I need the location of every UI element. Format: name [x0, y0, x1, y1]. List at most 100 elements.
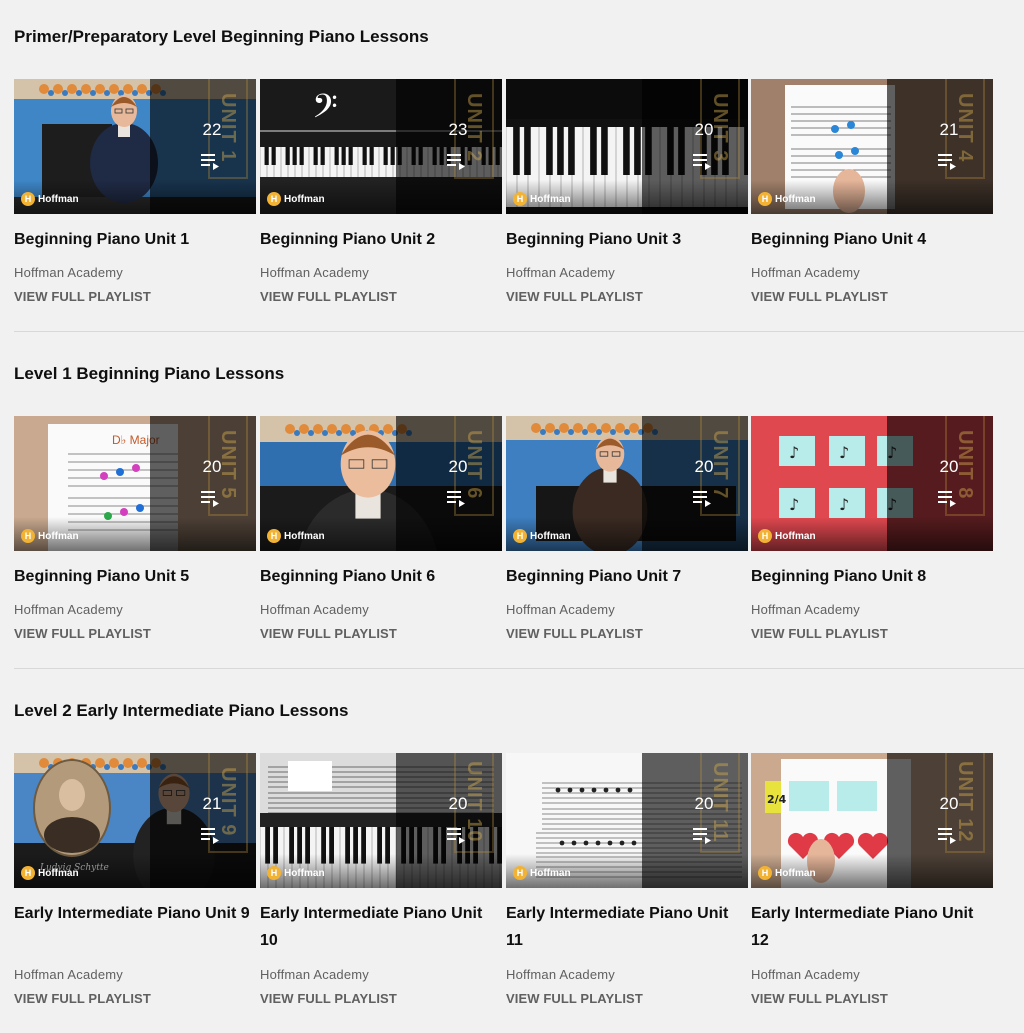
playlist-icon: [938, 491, 956, 507]
hoffman-logo: H Hoffman: [758, 528, 816, 544]
shelf-title[interactable]: Level 1 Beginning Piano Lessons: [14, 363, 284, 385]
channel-name[interactable]: Hoffman Academy: [751, 265, 860, 280]
hoffman-logo: H Hoffman: [21, 528, 79, 544]
view-full-playlist-link[interactable]: VIEW FULL PLAYLIST: [14, 991, 151, 1006]
playlist-thumbnail[interactable]: UNIT 4 21 H Hoffman: [751, 79, 993, 214]
playlist-thumbnail[interactable]: UNIT 6 20 H Hoffman: [260, 416, 502, 551]
playlist-thumbnail[interactable]: D♭ Major UNIT 5 20 H Hoffman: [14, 416, 256, 551]
playlist-title[interactable]: Early Intermediate Piano Unit 12: [751, 900, 993, 954]
shelf-title[interactable]: Level 2 Early Intermediate Piano Lessons: [14, 700, 348, 722]
channel-name[interactable]: Hoffman Academy: [751, 602, 860, 617]
view-full-playlist-link[interactable]: VIEW FULL PLAYLIST: [14, 289, 151, 304]
playlist-thumbnail[interactable]: 𝄢 UNIT 2 23 H Hoffman: [260, 79, 502, 214]
playlist-thumbnail[interactable]: UNIT 10 20 H Hoffman: [260, 753, 502, 888]
shelf-divider: [14, 331, 1024, 332]
video-count: 20: [694, 120, 714, 139]
playlist-title[interactable]: Early Intermediate Piano Unit 11: [506, 900, 748, 954]
playlist-title[interactable]: Early Intermediate Piano Unit 9: [14, 900, 256, 927]
view-full-playlist-link[interactable]: VIEW FULL PLAYLIST: [506, 289, 643, 304]
playlist-card[interactable]: Ludvig SchytteUNIT 921HHoffman Early Inte…: [14, 753, 256, 1006]
hoffman-logo-text: Hoffman: [775, 193, 816, 205]
channel-name[interactable]: Hoffman Academy: [751, 967, 860, 982]
playlist-thumbnail[interactable]: UNIT 11 20 H Hoffman: [506, 753, 748, 888]
playlist-thumbnail[interactable]: 2/4 UNIT 12 20 H Hoffman: [751, 753, 993, 888]
channel-name[interactable]: Hoffman Academy: [14, 265, 123, 280]
hoffman-logo: H Hoffman: [513, 865, 571, 881]
playlist-title[interactable]: Beginning Piano Unit 3: [506, 226, 748, 253]
hoffman-logo-text: Hoffman: [775, 530, 816, 542]
playlist-title[interactable]: Beginning Piano Unit 7: [506, 563, 748, 590]
playlist-card[interactable]: ♪♪♪♪♪♪UNIT 820HHoffman Beginning Piano Un…: [751, 416, 993, 661]
playlist-card[interactable]: UNIT 10 20 H Hoffman Early Intermediate Pian…: [260, 753, 502, 1006]
hoffman-logo-mark-icon: H: [513, 529, 527, 543]
playlist-thumbnail[interactable]: Ludvig SchytteUNIT 921HHoffman: [14, 753, 256, 888]
view-full-playlist-link[interactable]: VIEW FULL PLAYLIST: [506, 991, 643, 1006]
view-full-playlist-link[interactable]: VIEW FULL PLAYLIST: [260, 626, 397, 641]
playlist-thumbnail[interactable]: ♪♪♪♪♪♪UNIT 820HHoffman: [751, 416, 993, 551]
hoffman-logo-mark-icon: H: [267, 866, 281, 880]
playlist-title[interactable]: Beginning Piano Unit 6: [260, 563, 502, 590]
playlist-title[interactable]: Beginning Piano Unit 1: [14, 226, 256, 253]
hoffman-logo-mark-icon: H: [513, 192, 527, 206]
hoffman-logo: H Hoffman: [21, 191, 79, 207]
channel-name[interactable]: Hoffman Academy: [14, 967, 123, 982]
video-count: 20: [448, 794, 468, 813]
playlist-title[interactable]: Early Intermediate Piano Unit 10: [260, 900, 502, 954]
channel-name[interactable]: Hoffman Academy: [506, 967, 615, 982]
channel-name[interactable]: Hoffman Academy: [260, 602, 369, 617]
playlist-card[interactable]: UNIT 7 20 H Hoffman Beginning Piano Unit 7 Ho…: [506, 416, 748, 661]
hoffman-logo-mark-icon: H: [513, 866, 527, 880]
playlist-card[interactable]: UNIT 11 20 H Hoffman Early Intermediate Pian…: [506, 753, 748, 1006]
hoffman-logo-text: Hoffman: [284, 867, 325, 879]
playlist-title[interactable]: Beginning Piano Unit 8: [751, 563, 993, 590]
playlist-title[interactable]: Beginning Piano Unit 5: [14, 563, 256, 590]
playlist-card[interactable]: UNIT 1 22 H Hoffman Beginning Piano Unit 1 Ho…: [14, 79, 256, 324]
playlist-shelves-page: Primer/Preparatory Level Beginning Piano…: [0, 0, 1024, 1033]
playlist-card[interactable]: 𝄢 UNIT 2 23 H Hoffman Beginning Piano Unit 2 H…: [260, 79, 502, 324]
channel-name[interactable]: Hoffman Academy: [14, 602, 123, 617]
channel-name[interactable]: Hoffman Academy: [260, 967, 369, 982]
playlist-card[interactable]: UNIT 4 21 H Hoffman Beginning Piano Unit 4 Ho…: [751, 79, 993, 324]
channel-name[interactable]: Hoffman Academy: [260, 265, 369, 280]
video-count-overlay: UNIT 12: [887, 753, 993, 888]
hoffman-logo-mark-icon: H: [267, 529, 281, 543]
view-full-playlist-link[interactable]: VIEW FULL PLAYLIST: [751, 289, 888, 304]
view-full-playlist-link[interactable]: VIEW FULL PLAYLIST: [260, 991, 397, 1006]
video-count-overlay: UNIT 5: [150, 416, 256, 551]
view-full-playlist-link[interactable]: VIEW FULL PLAYLIST: [751, 626, 888, 641]
video-count-overlay: UNIT 3: [642, 79, 748, 214]
playlist-card[interactable]: UNIT 3 20 H Hoffman Beginning Piano Unit 3 Ho…: [506, 79, 748, 324]
view-full-playlist-link[interactable]: VIEW FULL PLAYLIST: [751, 991, 888, 1006]
hoffman-logo-text: Hoffman: [38, 193, 79, 205]
playlist-thumbnail[interactable]: UNIT 3 20 H Hoffman: [506, 79, 748, 214]
playlist-icon: [693, 154, 711, 170]
shelf-title[interactable]: Primer/Preparatory Level Beginning Piano…: [14, 26, 429, 48]
playlist-icon: [938, 828, 956, 844]
view-full-playlist-link[interactable]: VIEW FULL PLAYLIST: [14, 626, 151, 641]
view-full-playlist-link[interactable]: VIEW FULL PLAYLIST: [260, 289, 397, 304]
hoffman-logo-text: Hoffman: [775, 867, 816, 879]
hoffman-logo-mark-icon: H: [758, 192, 772, 206]
playlist-card[interactable]: 2/4 UNIT 12 20 H Hoffman Early Intermediate P…: [751, 753, 993, 1006]
svg-text:♪: ♪: [789, 495, 799, 514]
playlist-thumbnail[interactable]: UNIT 1 22 H Hoffman: [14, 79, 256, 214]
playlist-shelf: Level 2 Early Intermediate Piano Lessons…: [14, 700, 1024, 1006]
channel-name[interactable]: Hoffman Academy: [506, 602, 615, 617]
video-count: 21: [939, 120, 959, 139]
svg-text:𝄢: 𝄢: [312, 88, 338, 134]
video-count: 23: [448, 120, 468, 139]
playlist-thumbnail[interactable]: UNIT 7 20 H Hoffman: [506, 416, 748, 551]
video-count: 20: [694, 457, 714, 476]
playlist-title[interactable]: Beginning Piano Unit 4: [751, 226, 993, 253]
view-full-playlist-link[interactable]: VIEW FULL PLAYLIST: [506, 626, 643, 641]
hoffman-logo-mark-icon: H: [21, 866, 35, 880]
channel-name[interactable]: Hoffman Academy: [506, 265, 615, 280]
video-count: 20: [939, 794, 959, 813]
playlist-icon: [447, 491, 465, 507]
playlist-card[interactable]: D♭ Major UNIT 5 20 H Hoffman Beginning Piano …: [14, 416, 256, 661]
playlist-shelf: Primer/Preparatory Level Beginning Piano…: [14, 26, 1024, 326]
hoffman-logo-text: Hoffman: [530, 867, 571, 879]
playlist-card[interactable]: UNIT 6 20 H Hoffman Beginning Piano Unit 6 Ho…: [260, 416, 502, 661]
playlist-title[interactable]: Beginning Piano Unit 2: [260, 226, 502, 253]
playlist-icon: [201, 828, 219, 844]
